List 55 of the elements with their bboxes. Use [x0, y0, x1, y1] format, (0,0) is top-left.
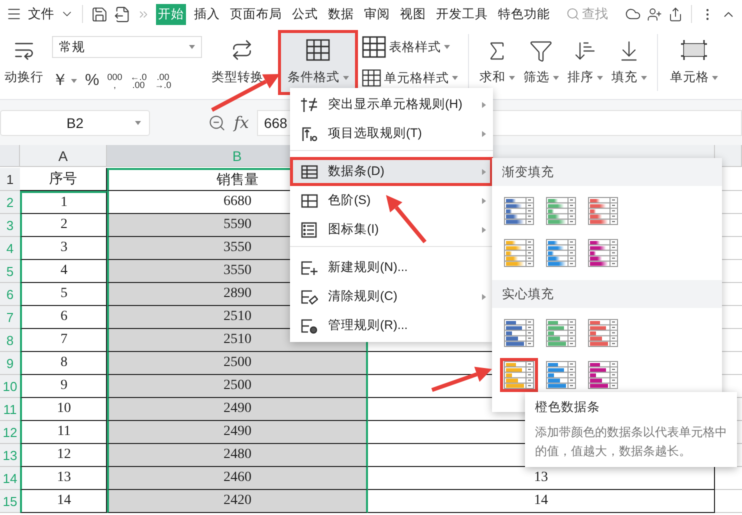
section-title: 渐变填充 [492, 158, 722, 186]
ribbon-tab[interactable]: 页面布局 [228, 4, 284, 24]
ribbon-button[interactable]: 筛选 [519, 30, 563, 95]
ribbon-tab[interactable]: 数据 [326, 4, 356, 24]
table-cell: 12 [20, 444, 107, 467]
ribbon-tab[interactable]: 视图 [398, 4, 428, 24]
table-cell: 2420 [107, 490, 368, 513]
cell-button[interactable]: 单元格 [664, 30, 724, 95]
ribbon-tab[interactable]: 公式 [290, 4, 320, 24]
table-cell: 3 [20, 237, 107, 260]
table-cell: 14 [20, 490, 107, 513]
menu-item[interactable]: 项目选取规则(T) [290, 119, 493, 148]
ribbon-tab[interactable]: 特色功能 [496, 4, 552, 24]
table-cell: 2500 [107, 352, 368, 375]
table-cell: 2 [20, 214, 107, 237]
table-cell: 4 [20, 260, 107, 283]
table-cell: 11 [20, 421, 107, 444]
tooltip-title: 橙色数据条 [535, 399, 601, 416]
ribbon-button[interactable]: 排序 [563, 30, 607, 95]
table-cell: 序号 [20, 168, 107, 191]
number-format-button[interactable]: .00 →.0 [154, 73, 172, 89]
column-header[interactable]: A [20, 145, 107, 167]
table-cell: 6 [20, 306, 107, 329]
table-cell: 14 [368, 490, 715, 513]
section-title: 实心填充 [492, 280, 722, 308]
row-header[interactable]: 1 [0, 168, 20, 191]
name-box[interactable]: B2 [0, 110, 150, 136]
table-cell: 10 [20, 398, 107, 421]
ribbon-tab[interactable]: 插入 [192, 4, 222, 24]
tooltip-text: 添加带颜色的数据条以代表单元格中的值，值越大，数据条越长。 [535, 424, 727, 460]
conditional-format-button[interactable]: 条件格式 [278, 30, 358, 95]
number-format-button[interactable]: ←.0 .00 [130, 73, 147, 89]
wrap-text-button[interactable]: 动换行 [0, 30, 48, 95]
table-cell: 7 [20, 329, 107, 352]
style-button[interactable]: 表格样式 [362, 36, 458, 58]
table-cell: 2490 [107, 421, 368, 444]
number-format-button[interactable]: 000 , [107, 73, 122, 89]
table-cell: 2480 [107, 444, 368, 467]
ribbon-tab[interactable]: 审阅 [362, 4, 392, 24]
table-cell: 5 [20, 283, 107, 306]
table-cell: 1 [20, 191, 107, 214]
table-cell: 13 [368, 467, 715, 490]
table-cell: 9 [20, 375, 107, 398]
table-cell: 13 [20, 467, 107, 490]
file-menu[interactable]: 文件 [28, 5, 54, 23]
fx-label: fx [234, 113, 249, 132]
table-cell: 2460 [107, 467, 368, 490]
ribbon-button[interactable]: 填充 [607, 30, 651, 95]
ribbon-tab[interactable]: 开发工具 [434, 4, 490, 24]
table-cell: 8 [20, 352, 107, 375]
menu-item[interactable]: 突出显示单元格规则(H) [290, 90, 493, 119]
table-cell: 2500 [107, 375, 368, 398]
menu-item[interactable]: 数据条(D) [290, 157, 493, 186]
table-cell: 2490 [107, 398, 368, 421]
number-format-select[interactable]: 常规 [52, 36, 202, 58]
